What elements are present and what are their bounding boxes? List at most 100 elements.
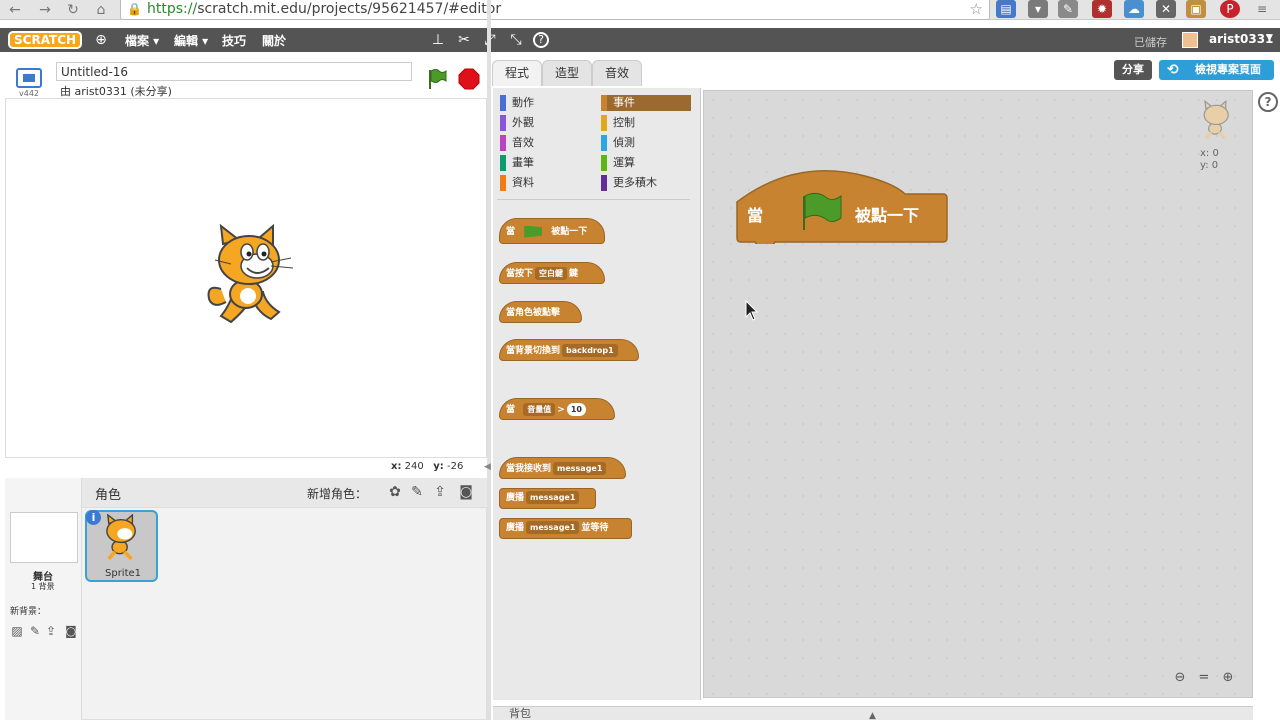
mouse-x-label: x: [391, 461, 402, 472]
username[interactable]: arist0331 [1209, 32, 1273, 46]
block-when-sensor-greater[interactable]: 當 音量值 >10 [499, 398, 615, 420]
extension-bug-icon[interactable]: ✹ [1092, 0, 1112, 18]
menu-tips[interactable]: 技巧 [222, 32, 246, 49]
forward-icon[interactable]: → [36, 1, 54, 19]
tab-scripts[interactable]: 程式 [492, 60, 543, 86]
sprite-info-icon[interactable]: i [86, 510, 101, 525]
mouse-cursor-icon [745, 300, 759, 321]
reload-icon[interactable]: ↻ [64, 1, 82, 19]
extension-pocket-icon[interactable]: ▾ [1028, 0, 1048, 18]
zoom-out-icon[interactable]: ⊖ [1170, 668, 1190, 688]
help-question-icon[interactable]: ? [533, 32, 549, 48]
upload-backdrop-icon[interactable]: ⇪ [42, 622, 60, 640]
stage-canvas[interactable] [5, 98, 487, 458]
category-color-swatch [601, 135, 607, 151]
bookmark-star-icon[interactable]: ☆ [970, 0, 983, 18]
flag-icon [524, 225, 543, 238]
scratch-cat-sprite[interactable] [201, 224, 301, 334]
help-question-icon[interactable]: ? [1258, 92, 1278, 112]
menu-about[interactable]: 關於 [262, 32, 286, 49]
shrink-icon[interactable]: ⤡ [507, 31, 525, 49]
user-dropdown-icon[interactable]: ▼ [1266, 33, 1273, 43]
category-right-2[interactable]: 偵測 [601, 135, 635, 151]
category-left-2[interactable]: 音效 [500, 135, 534, 151]
block-when-backdrop-switches[interactable]: 當背景切換到 backdrop1 [499, 339, 639, 361]
choose-sprite-library-icon[interactable]: ✿ [386, 483, 404, 501]
back-icon[interactable]: ← [6, 1, 24, 19]
category-color-swatch [601, 155, 607, 171]
home-icon[interactable]: ⌂ [92, 1, 110, 19]
share-button[interactable]: 分享 [1114, 60, 1152, 80]
green-flag-icon[interactable] [426, 68, 448, 90]
collapse-arrow-icon[interactable]: ◀ [484, 462, 491, 472]
stage-thumbnail[interactable] [10, 512, 78, 563]
duplicate-stamp-icon[interactable]: ⊥ [429, 31, 447, 49]
category-left-4[interactable]: 資料 [500, 175, 534, 191]
tab-costumes[interactable]: 造型 [542, 60, 593, 86]
block-text: 當我接收到 [506, 464, 552, 474]
message-dropdown[interactable]: message1 [526, 491, 580, 504]
camera-backdrop-icon[interactable]: ◙ [62, 622, 80, 640]
sprites-heading: 角色 [95, 488, 122, 503]
script-when-flag-clicked[interactable]: 當 被點一下 [735, 168, 949, 244]
mouse-y-value: -26 [447, 461, 464, 472]
category-label: 畫筆 [512, 156, 534, 169]
key-dropdown[interactable]: 空白鍵 [535, 267, 568, 280]
address-bar[interactable]: 🔒 https://scratch.mit.edu/projects/95621… [120, 0, 990, 20]
zoom-reset-icon[interactable]: = [1194, 668, 1214, 688]
zoom-in-icon[interactable]: ⊕ [1218, 668, 1238, 688]
message-dropdown[interactable]: message1 [553, 462, 607, 475]
category-right-3[interactable]: 運算 [601, 155, 635, 171]
upload-sprite-icon[interactable]: ⇪ [431, 483, 449, 501]
sprite-x: x: 0 [1200, 148, 1219, 159]
project-title-input[interactable] [56, 62, 412, 81]
block-when-i-receive[interactable]: 當我接收到 message1 [499, 457, 626, 479]
stop-sign-icon[interactable] [458, 68, 480, 90]
cut-scissors-icon[interactable]: ✂ [455, 31, 473, 49]
camera-sprite-icon[interactable]: ◙ [457, 483, 475, 501]
script-block-text: 當 [747, 206, 763, 225]
category-right-0[interactable]: 事件 [601, 95, 691, 111]
menu-file[interactable]: 檔案 ▾ [125, 32, 159, 49]
category-right-1[interactable]: 控制 [601, 115, 635, 131]
globe-language-icon[interactable]: ⊕ [92, 31, 110, 49]
mouse-coordinates: x: 240 y: -26 [391, 461, 463, 472]
message-dropdown[interactable]: message1 [526, 521, 580, 534]
user-avatar[interactable] [1182, 32, 1198, 48]
backdrop-library-icon[interactable]: ▨ [8, 622, 26, 640]
panel-splitter[interactable] [487, 0, 491, 720]
browser-menu-icon[interactable]: ≡ [1252, 0, 1272, 18]
category-label: 更多積木 [613, 176, 657, 189]
extension-x-icon[interactable]: ✕ [1156, 0, 1176, 18]
extension-docs-icon[interactable]: ▤ [996, 0, 1016, 18]
block-text: 當背景切換到 [506, 346, 561, 356]
scratch-menubar: SCRATCH ⊕ 檔案 ▾ 編輯 ▾ 技巧 關於 ⊥ ✂ ⤢ ⤡ ? 已儲存 … [0, 28, 1280, 52]
tab-sounds[interactable]: 音效 [592, 60, 643, 86]
category-color-swatch [601, 95, 607, 111]
block-broadcast-and-wait[interactable]: 廣播 message1 並等待 [499, 518, 632, 539]
block-broadcast[interactable]: 廣播 message1 [499, 488, 596, 509]
menu-edit[interactable]: 編輯 ▾ [174, 32, 208, 49]
see-project-page-button[interactable]: ⟲ 檢視專案頁面 [1159, 60, 1274, 80]
paint-sprite-brush-icon[interactable]: ✎ [408, 483, 426, 501]
fullscreen-icon[interactable] [16, 68, 42, 88]
scratch-logo[interactable]: SCRATCH [8, 31, 83, 49]
sprite-cat-thumbnail [106, 514, 136, 561]
block-when-sprite-clicked[interactable]: 當角色被點擊 [499, 301, 582, 323]
category-color-swatch [500, 95, 506, 111]
pinterest-icon[interactable]: P [1220, 0, 1240, 18]
backdrop-dropdown[interactable]: backdrop1 [562, 344, 618, 357]
sensor-value-input[interactable]: 10 [566, 403, 586, 416]
extension-cloud-icon[interactable]: ☁ [1124, 0, 1144, 18]
category-left-1[interactable]: 外觀 [500, 115, 534, 131]
extension-tool-icon[interactable]: ✎ [1058, 0, 1078, 18]
stage-backdrop-count: 1 背景 [31, 582, 55, 591]
block-when-flag-clicked[interactable]: 當 被點一下 [499, 218, 605, 244]
category-left-0[interactable]: 動作 [500, 95, 534, 111]
extension-box-icon[interactable]: ▣ [1186, 0, 1206, 18]
category-right-4[interactable]: 更多積木 [601, 175, 657, 191]
category-left-3[interactable]: 畫筆 [500, 155, 534, 171]
sensor-dropdown[interactable]: 音量值 [523, 403, 556, 416]
mouse-y-label: y: [433, 461, 444, 472]
block-when-key-pressed[interactable]: 當按下 空白鍵鍵 [499, 262, 605, 284]
